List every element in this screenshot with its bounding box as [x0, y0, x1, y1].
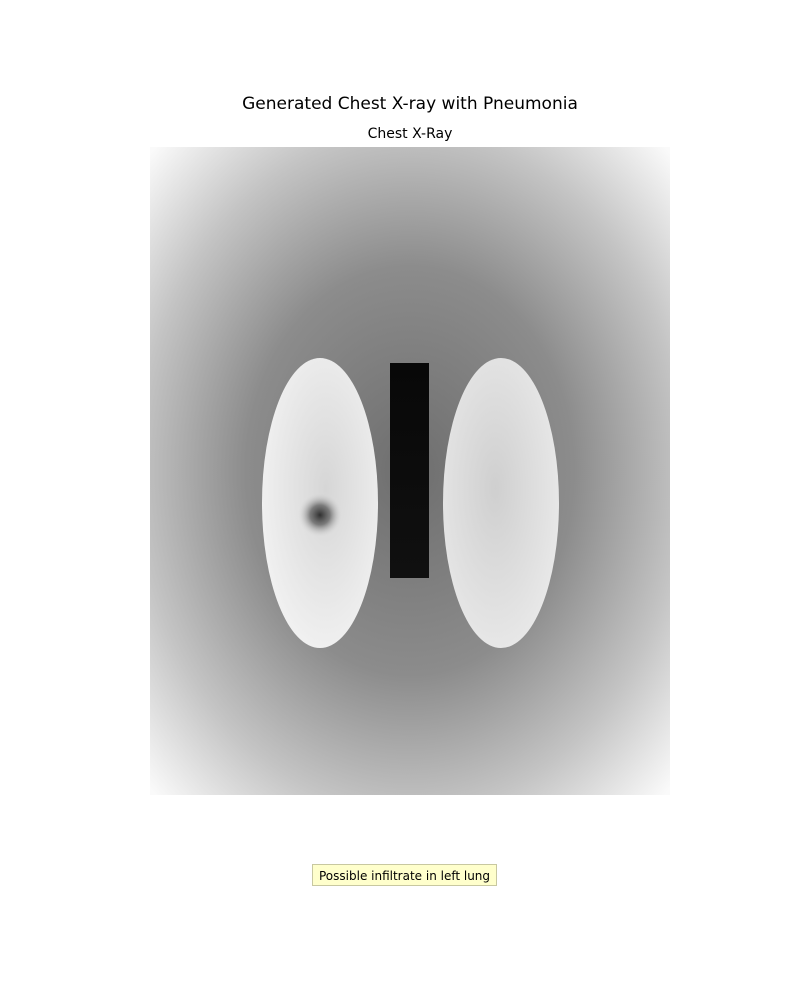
infiltrate-annotation: Possible infiltrate in left lung: [312, 864, 498, 886]
chest-xray-image: [150, 147, 670, 795]
right-lung: [443, 358, 559, 648]
pneumonia-opacity: [298, 493, 342, 537]
figure-title: Generated Chest X-ray with Pneumonia: [242, 94, 578, 114]
spine: [390, 363, 429, 578]
image-subtitle: Chest X-Ray: [367, 126, 453, 142]
